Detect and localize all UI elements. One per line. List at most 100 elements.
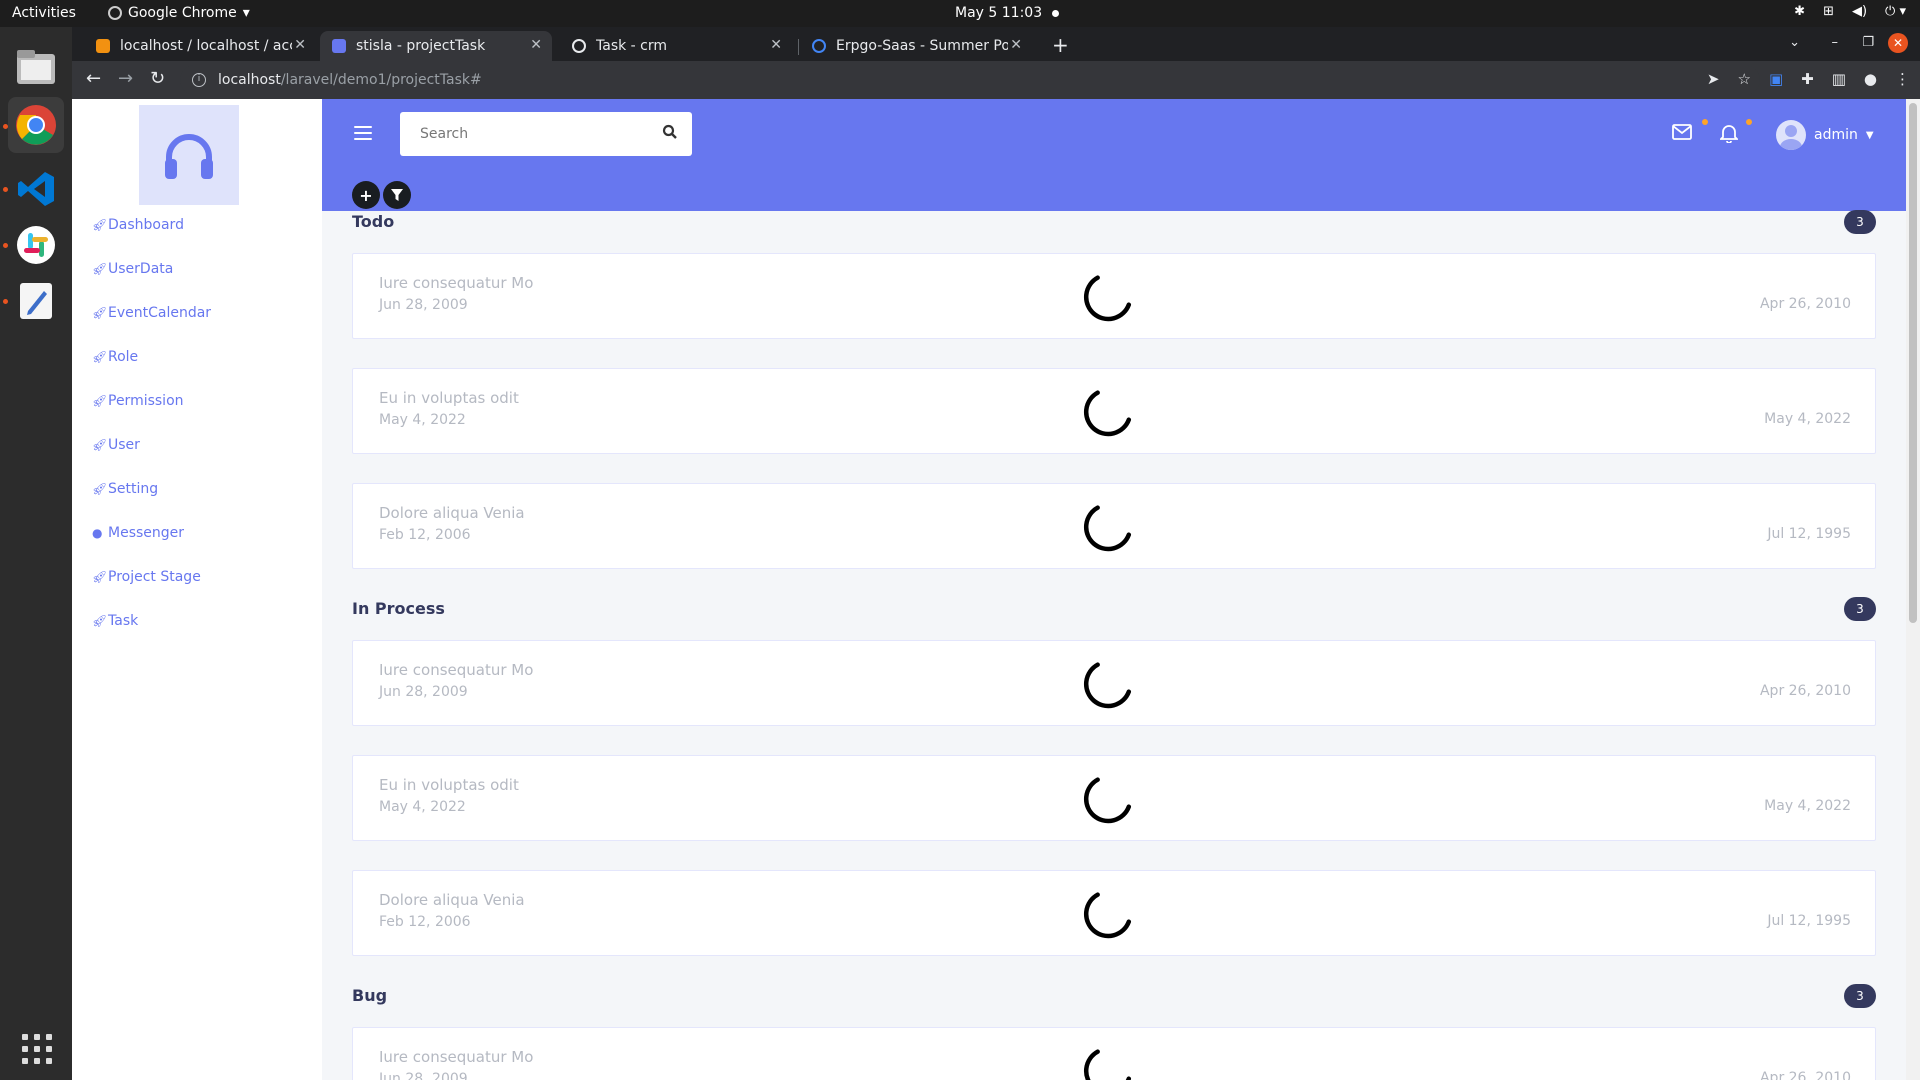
running-indicator [3,124,8,129]
profile-icon[interactable]: ● [1864,70,1877,88]
chrome-icon [16,105,56,145]
headphones-icon [165,134,213,179]
dock-files[interactable] [8,39,64,95]
network-icon[interactable]: ⊞ [1823,4,1834,19]
close-tab-icon[interactable]: ✕ [770,37,782,53]
extension-icon[interactable]: ▣ [1769,70,1783,88]
task-end-date: May 4, 2022 [1764,798,1851,814]
rocket-icon: 🚀︎ [92,394,108,408]
dock-vscode[interactable] [8,161,64,217]
restore-button[interactable]: ❐ [1862,35,1874,50]
close-tab-icon[interactable]: ✕ [530,37,542,53]
dock-slack[interactable] [8,217,64,273]
user-dropdown[interactable]: admin ▼ [1776,120,1874,150]
task-card[interactable]: Eu in voluptas odit May 4, 2022 May 4, 2… [352,368,1876,454]
close-tab-icon[interactable]: ✕ [1010,37,1022,53]
volume-icon[interactable]: ◀) [1852,4,1867,19]
count-badge: 3 [1844,984,1876,1008]
clock[interactable]: May 5 11:03 [955,5,1060,21]
task-card[interactable]: Dolore aliqua Venia Feb 12, 2006 Jul 12,… [352,870,1876,956]
bell-icon[interactable] [1720,123,1738,143]
filter-button[interactable] [383,181,411,209]
hamburger-menu-button[interactable] [354,126,372,140]
tab-search-icon[interactable]: ⌄ [1789,35,1800,50]
sidebar-item-task[interactable]: 🚀︎ Task [92,613,138,629]
envelope-icon[interactable] [1672,124,1692,140]
sidebar-item-label: Task [108,613,139,629]
system-tray[interactable]: ✱ ⊞ ◀) ⏻ ▾ [1794,4,1906,19]
address-bar[interactable]: i localhost/laravel/demo1/projectTask# [180,65,1760,95]
chevron-down-icon: ▾ [242,5,250,21]
dock-text-editor[interactable] [8,273,64,329]
search-input[interactable] [400,126,640,142]
sidebar-item-eventcalendar[interactable]: 🚀︎ EventCalendar [92,305,211,321]
puzzle-icon[interactable]: ✚ [1801,70,1814,88]
loading-spinner-icon [1083,892,1132,939]
search-box [400,112,692,156]
tab-phpmyadmin[interactable]: localhost / localhost / acc ✕ [84,31,316,61]
loading-spinner-icon [1083,390,1132,437]
tab-separator [798,39,799,55]
task-end-date: Apr 26, 2010 [1759,1070,1851,1080]
toolbar-icons: ➤ ☆ ▣ ✚ ▥ ● ⋮ [1707,70,1910,88]
bookmark-star-icon[interactable]: ☆ [1738,70,1751,88]
new-tab-button[interactable]: + [1052,33,1069,57]
running-indicator [3,299,8,304]
section-title-in-process: In Process [352,599,445,618]
logo[interactable] [139,105,239,205]
app-menu[interactable]: Google Chrome ▾ [108,5,250,21]
menu-kebab-icon[interactable]: ⋮ [1895,70,1910,88]
sidebar-item-setting[interactable]: 🚀︎ Setting [92,481,158,497]
sidepanel-icon[interactable]: ▥ [1832,70,1846,88]
task-end-date: Jul 12, 1995 [1767,913,1851,929]
rocket-icon: 🚀︎ [92,262,108,276]
section-title-todo: Todo [352,212,395,231]
task-card[interactable]: Iure consequatur Mo Jun 28, 2009 Apr 26,… [352,640,1876,726]
close-window-button[interactable]: ✕ [1888,33,1908,53]
task-card[interactable]: Iure consequatur Mo Jun 28, 2009 Apr 26,… [352,1027,1876,1080]
sidebar-item-dashboard[interactable]: 🚀︎ Dashboard [92,217,184,233]
task-card[interactable]: Dolore aliqua Venia Feb 12, 2006 Jul 12,… [352,483,1876,569]
sidebar-item-permission[interactable]: 🚀︎ Permission [92,393,184,409]
section-title-bug: Bug [352,986,388,1005]
close-tab-icon[interactable]: ✕ [294,37,306,53]
tab-erpgo-saas[interactable]: Erpgo-Saas - Summer Pot ✕ [800,31,1032,61]
dock-chrome[interactable] [8,97,64,153]
sidebar-item-messenger[interactable]: ● Messenger [92,525,184,541]
task-card[interactable]: Eu in voluptas odit May 4, 2022 May 4, 2… [352,755,1876,841]
add-task-button[interactable]: + [352,181,380,209]
rocket-icon: 🚀︎ [92,218,108,232]
sidebar-item-role[interactable]: 🚀︎ Role [92,349,138,365]
count-badge: 3 [1844,597,1876,621]
send-icon[interactable]: ➤ [1707,70,1720,88]
stisla-favicon-icon [332,39,346,53]
running-indicator [3,187,8,192]
power-icon[interactable]: ⏻ ▾ [1885,4,1906,19]
text-editor-icon [20,283,52,319]
dock [0,27,72,1080]
page-scrollbar[interactable] [1906,99,1920,1080]
back-button[interactable]: ← [86,68,101,89]
sidebar-item-label: Setting [108,481,159,497]
scrollbar-thumb[interactable] [1909,103,1917,623]
task-start-date: Feb 12, 2006 [379,914,471,930]
minimize-button[interactable]: – [1832,35,1839,50]
heart-favicon-icon [572,39,586,53]
bell-notification-dot [1746,119,1752,125]
task-card[interactable]: Iure consequatur Mo Jun 28, 2009 Apr 26,… [352,253,1876,339]
info-icon[interactable]: i [192,73,206,87]
show-applications-icon[interactable] [22,1034,52,1064]
tab-stisla-projecttask[interactable]: stisla - projectTask ✕ [320,31,552,61]
reload-button[interactable]: ↻ [150,68,165,89]
sidebar-item-user[interactable]: 🚀︎ User [92,437,140,453]
sidebar-item-project-stage[interactable]: 🚀︎ Project Stage [92,569,201,585]
slack-tray-icon[interactable]: ✱ [1794,4,1805,19]
task-start-date: Feb 12, 2006 [379,527,471,543]
forward-button[interactable]: → [118,68,133,89]
tab-task-crm[interactable]: Task - crm ✕ [560,31,792,61]
sidebar: 🚀︎ Dashboard 🚀︎ UserData 🚀︎ EventCalendar 🚀… [72,99,322,1080]
sidebar-item-userdata[interactable]: 🚀︎ UserData [92,261,173,277]
search-icon[interactable] [662,124,678,140]
activities-button[interactable]: Activities [12,5,76,21]
app-name: Google Chrome [128,5,237,21]
